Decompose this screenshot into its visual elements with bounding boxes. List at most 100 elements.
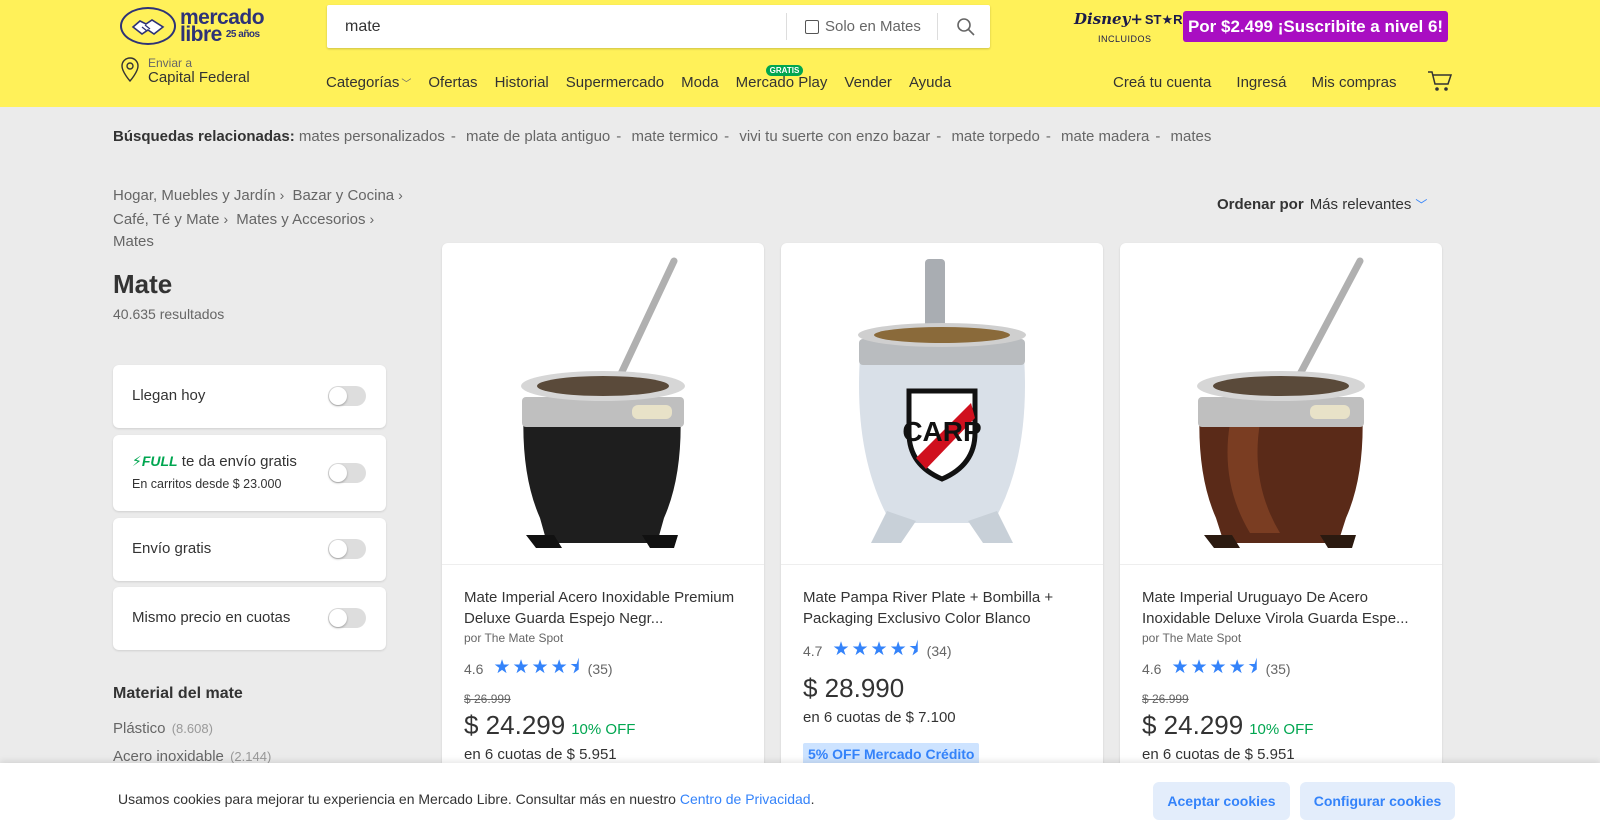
breadcrumb-link[interactable]: Café, Té y Mate bbox=[113, 211, 219, 228]
chevron-right-icon: › bbox=[279, 187, 285, 203]
review-count: (35) bbox=[587, 661, 613, 677]
breadcrumb-link[interactable]: Hogar, Muebles y Jardín bbox=[113, 187, 276, 204]
nav-mercado-play[interactable]: GRATIS Mercado Play bbox=[736, 65, 827, 91]
star-rating-icon: ★★★★⯨ bbox=[832, 639, 921, 660]
mercado-credito-badge: 5% OFF Mercado Crédito bbox=[803, 743, 980, 765]
location-pin-icon bbox=[121, 57, 139, 83]
product-price: $ 28.990 bbox=[803, 673, 905, 703]
nav-moda[interactable]: Moda bbox=[681, 74, 719, 91]
material-filter-title: Material del mate bbox=[113, 685, 243, 702]
related-link[interactable]: mates bbox=[1171, 128, 1212, 145]
nav-ofertas[interactable]: Ofertas bbox=[428, 74, 477, 91]
login-link[interactable]: Ingresá bbox=[1236, 74, 1286, 91]
product-price: $ 24.299 10% OFF bbox=[464, 710, 636, 740]
location-value: Capital Federal bbox=[148, 69, 250, 86]
product-title[interactable]: Mate Pampa River Plate + Bombilla + Pack… bbox=[803, 588, 1083, 629]
chevron-down-icon: ﹀ bbox=[1415, 198, 1428, 212]
chevron-down-icon: ﹀ bbox=[401, 79, 412, 90]
star-rating-icon: ★★★★⯨ bbox=[493, 657, 582, 678]
nav-supermercado[interactable]: Supermercado bbox=[566, 74, 664, 91]
filter-llegan-hoy: Llegan hoy bbox=[113, 365, 386, 428]
gratis-badge: GRATIS bbox=[765, 65, 804, 76]
breadcrumb-link[interactable]: Bazar y Cocina bbox=[292, 187, 394, 204]
product-rating: 4.6 ★★★★⯨ (35) bbox=[464, 653, 613, 685]
header: mercado libre25 años Solo en Mates Disne… bbox=[0, 0, 1600, 107]
chevron-right-icon: › bbox=[398, 187, 403, 203]
filter-envio-gratis: Envío gratis bbox=[113, 518, 386, 581]
filter-label: Mismo precio en cuotas bbox=[132, 609, 291, 626]
full-sub-label: En carritos desde $ 23.000 bbox=[132, 477, 282, 491]
svg-text:CARP: CARP bbox=[902, 416, 981, 447]
sort-selector[interactable]: Ordenar por Más relevantes ﹀ bbox=[1217, 196, 1427, 213]
review-count: (34) bbox=[926, 643, 952, 659]
product-card[interactable]: Mate Imperial Acero Inoxidable Premium D… bbox=[442, 243, 764, 826]
sort-value: Más relevantes bbox=[1309, 196, 1412, 213]
related-label: Búsquedas relacionadas: bbox=[113, 128, 295, 145]
old-price: $ 26.999 bbox=[1142, 692, 1189, 706]
disney-star-logo[interactable]: Disney+ ST★R+ INCLUIDOS bbox=[1074, 10, 1190, 46]
my-purchases-link[interactable]: Mis compras bbox=[1311, 74, 1396, 91]
breadcrumb: Hogar, Muebles y Jardín › Bazar y Cocina ›… bbox=[113, 184, 413, 254]
product-rating: 4.6 ★★★★⯨ (35) bbox=[1142, 653, 1291, 685]
solo-en-mates-label: Solo en Mates bbox=[825, 18, 921, 35]
related-link[interactable]: mate madera bbox=[1061, 128, 1149, 145]
product-rating: 4.7 ★★★★⯨ (34) bbox=[803, 635, 952, 667]
star-rating-icon: ★★★★⯨ bbox=[1171, 657, 1260, 678]
search-divider bbox=[937, 13, 938, 40]
nav-categorias[interactable]: Categorías ﹀ bbox=[326, 74, 411, 91]
search-input[interactable] bbox=[327, 5, 787, 48]
related-link[interactable]: mate torpedo bbox=[951, 128, 1039, 145]
breadcrumb-link[interactable]: Mates bbox=[113, 233, 154, 250]
solo-en-mates-checkbox[interactable]: Solo en Mates bbox=[805, 18, 921, 35]
product-price: $ 24.299 10% OFF bbox=[1142, 710, 1314, 740]
create-account-link[interactable]: Creá tu cuenta bbox=[1113, 74, 1211, 91]
installments: en 6 cuotas de $ 5.951 bbox=[464, 746, 617, 763]
search-bar: Solo en Mates bbox=[327, 5, 990, 48]
product-card[interactable]: CARP Mate Pampa River Plate + Bombilla +… bbox=[781, 243, 1103, 826]
search-button[interactable] bbox=[941, 5, 990, 48]
privacy-center-link[interactable]: Centro de Privacidad bbox=[680, 791, 811, 807]
logo-years: 25 años bbox=[225, 29, 260, 41]
product-title[interactable]: Mate Imperial Acero Inoxidable Premium D… bbox=[464, 588, 744, 629]
llegan-hoy-toggle[interactable] bbox=[328, 386, 366, 406]
subscription-promo-button[interactable]: Por $2.499 ¡Suscribite a nivel 6! bbox=[1183, 11, 1448, 42]
filter-label: Llegan hoy bbox=[132, 387, 206, 404]
accept-cookies-button[interactable]: Aceptar cookies bbox=[1153, 782, 1290, 820]
search-icon bbox=[956, 17, 975, 36]
configure-cookies-button[interactable]: Configurar cookies bbox=[1300, 782, 1455, 820]
cookie-banner: Usamos cookies para mejorar tu experienc… bbox=[0, 763, 1600, 826]
disney-included: INCLUIDOS bbox=[1098, 34, 1152, 44]
logo-line2: libre bbox=[180, 22, 222, 46]
chevron-right-icon: › bbox=[369, 210, 375, 227]
installments: en 6 cuotas de $ 7.100 bbox=[803, 709, 956, 726]
product-title[interactable]: Mate Imperial Uruguayo De Acero Inoxidab… bbox=[1142, 588, 1422, 629]
product-image[interactable] bbox=[1120, 243, 1442, 565]
breadcrumb-link[interactable]: Mates y Accesorios bbox=[236, 211, 365, 228]
related-link[interactable]: mate de plata antiguo bbox=[466, 128, 610, 145]
nav-vender[interactable]: Vender bbox=[844, 74, 892, 91]
material-option[interactable]: Plástico (8.608) bbox=[113, 720, 213, 737]
related-link[interactable]: mates personalizados bbox=[299, 128, 445, 145]
envio-gratis-toggle[interactable] bbox=[328, 539, 366, 559]
mismo-precio-toggle[interactable] bbox=[328, 608, 366, 628]
product-image[interactable]: CARP bbox=[781, 243, 1103, 565]
product-seller: por The Mate Spot bbox=[464, 631, 564, 645]
product-card[interactable]: Mate Imperial Uruguayo De Acero Inoxidab… bbox=[1120, 243, 1442, 826]
nav-ayuda[interactable]: Ayuda bbox=[909, 74, 951, 91]
checkbox-icon bbox=[805, 19, 819, 34]
page-title: Mate bbox=[113, 269, 173, 299]
old-price: $ 26.999 bbox=[464, 692, 511, 706]
full-toggle[interactable] bbox=[328, 463, 366, 483]
nav-historial[interactable]: Historial bbox=[495, 74, 549, 91]
cart-icon[interactable] bbox=[1427, 69, 1453, 93]
search-divider bbox=[786, 13, 787, 40]
location-selector[interactable]: Enviar a Capital Federal bbox=[120, 56, 250, 86]
disney-brand: Disney+ bbox=[1074, 10, 1143, 28]
product-image[interactable] bbox=[442, 243, 764, 565]
related-link[interactable]: mate termico bbox=[631, 128, 718, 145]
related-link[interactable]: vivi tu suerte con enzo bazar bbox=[739, 128, 930, 145]
related-searches: Búsquedas relacionadas: mates personaliz… bbox=[113, 128, 1212, 145]
filter-full: ⚡FULL te da envío gratis En carritos des… bbox=[113, 435, 386, 511]
mercadolibre-logo[interactable]: mercado libre 25 años bbox=[120, 6, 272, 46]
lightning-icon: ⚡ bbox=[132, 453, 142, 469]
